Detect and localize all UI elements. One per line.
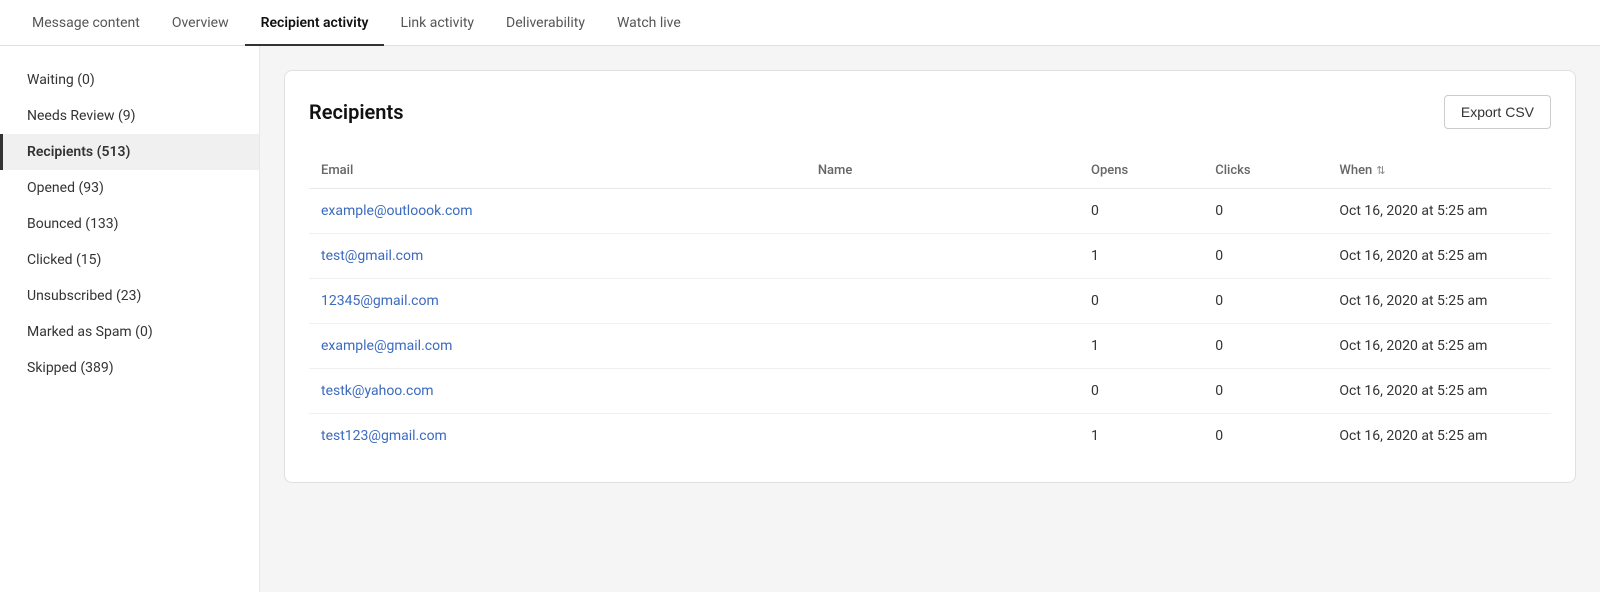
col-header-name: Name	[806, 153, 1079, 189]
table-row: test@gmail.com 10Oct 16, 2020 at 5:25 am	[309, 234, 1551, 279]
cell-when-5: Oct 16, 2020 at 5:25 am	[1327, 414, 1551, 459]
email-link-3[interactable]: example@gmail.com	[321, 338, 452, 354]
tab-link-activity[interactable]: Link activity	[384, 0, 490, 46]
email-link-4[interactable]: testk@yahoo.com	[321, 383, 434, 399]
sidebar-item-opened[interactable]: Opened (93)	[0, 170, 259, 206]
col-header-clicks: Clicks	[1203, 153, 1327, 189]
sidebar-item-waiting[interactable]: Waiting (0)	[0, 62, 259, 98]
cell-name-3	[806, 324, 1079, 369]
main-layout: Waiting (0)Needs Review (9)Recipients (5…	[0, 46, 1600, 592]
content-area: Recipients Export CSV EmailNameOpensClic…	[260, 46, 1600, 592]
email-link-1[interactable]: test@gmail.com	[321, 248, 423, 264]
cell-when-2: Oct 16, 2020 at 5:25 am	[1327, 279, 1551, 324]
tab-overview[interactable]: Overview	[156, 0, 245, 46]
sidebar-item-needs-review[interactable]: Needs Review (9)	[0, 98, 259, 134]
cell-clicks-4: 0	[1203, 369, 1327, 414]
cell-name-4	[806, 369, 1079, 414]
cell-clicks-0: 0	[1203, 189, 1327, 234]
cell-name-5	[806, 414, 1079, 459]
cell-email-5: test123@gmail.com	[309, 414, 806, 459]
cell-email-3: example@gmail.com	[309, 324, 806, 369]
sidebar-item-recipients[interactable]: Recipients (513)	[0, 134, 259, 170]
table-row: test123@gmail.com 10Oct 16, 2020 at 5:25 …	[309, 414, 1551, 459]
cell-name-0	[806, 189, 1079, 234]
col-header-when[interactable]: When⇅	[1327, 153, 1551, 189]
cell-when-0: Oct 16, 2020 at 5:25 am	[1327, 189, 1551, 234]
cell-clicks-2: 0	[1203, 279, 1327, 324]
cell-opens-2: 0	[1079, 279, 1203, 324]
table-row: testk@yahoo.com00Oct 16, 2020 at 5:25 am	[309, 369, 1551, 414]
cell-name-1	[806, 234, 1079, 279]
cell-when-1: Oct 16, 2020 at 5:25 am	[1327, 234, 1551, 279]
email-link-0[interactable]: example@outloook.com	[321, 203, 473, 219]
top-nav: Message contentOverviewRecipient activit…	[0, 0, 1600, 46]
cell-name-2	[806, 279, 1079, 324]
table-row: example@gmail.com 10Oct 16, 2020 at 5:25 …	[309, 324, 1551, 369]
sidebar: Waiting (0)Needs Review (9)Recipients (5…	[0, 46, 260, 592]
sidebar-item-bounced[interactable]: Bounced (133)	[0, 206, 259, 242]
cell-email-0: example@outloook.com	[309, 189, 806, 234]
tab-watch-live[interactable]: Watch live	[601, 0, 697, 46]
cell-clicks-5: 0	[1203, 414, 1327, 459]
col-header-email: Email	[309, 153, 806, 189]
recipients-card: Recipients Export CSV EmailNameOpensClic…	[284, 70, 1576, 483]
cell-clicks-1: 0	[1203, 234, 1327, 279]
cell-opens-0: 0	[1079, 189, 1203, 234]
table-row: example@outloook.com00Oct 16, 2020 at 5:…	[309, 189, 1551, 234]
sidebar-item-unsubscribed[interactable]: Unsubscribed (23)	[0, 278, 259, 314]
email-link-5[interactable]: test123@gmail.com	[321, 428, 447, 444]
tab-message-content[interactable]: Message content	[16, 0, 156, 46]
cell-email-2: 12345@gmail.com	[309, 279, 806, 324]
sidebar-item-clicked[interactable]: Clicked (15)	[0, 242, 259, 278]
card-header: Recipients Export CSV	[309, 95, 1551, 129]
cell-email-4: testk@yahoo.com	[309, 369, 806, 414]
tab-deliverability[interactable]: Deliverability	[490, 0, 601, 46]
cell-clicks-3: 0	[1203, 324, 1327, 369]
cell-when-3: Oct 16, 2020 at 5:25 am	[1327, 324, 1551, 369]
cell-opens-1: 1	[1079, 234, 1203, 279]
email-link-2[interactable]: 12345@gmail.com	[321, 293, 439, 309]
cell-opens-4: 0	[1079, 369, 1203, 414]
cell-opens-5: 1	[1079, 414, 1203, 459]
table-body: example@outloook.com00Oct 16, 2020 at 5:…	[309, 189, 1551, 459]
table-header-row: EmailNameOpensClicksWhen⇅	[309, 153, 1551, 189]
col-header-opens: Opens	[1079, 153, 1203, 189]
cell-when-4: Oct 16, 2020 at 5:25 am	[1327, 369, 1551, 414]
card-title: Recipients	[309, 100, 403, 124]
cell-opens-3: 1	[1079, 324, 1203, 369]
recipients-table: EmailNameOpensClicksWhen⇅ example@outloo…	[309, 153, 1551, 458]
export-csv-button[interactable]: Export CSV	[1444, 95, 1551, 129]
sort-icon-when: ⇅	[1376, 164, 1385, 177]
sidebar-item-skipped[interactable]: Skipped (389)	[0, 350, 259, 386]
cell-email-1: test@gmail.com	[309, 234, 806, 279]
table-row: 12345@gmail.com00Oct 16, 2020 at 5:25 am	[309, 279, 1551, 324]
table-head: EmailNameOpensClicksWhen⇅	[309, 153, 1551, 189]
tab-recipient-activity[interactable]: Recipient activity	[245, 0, 385, 46]
sidebar-item-marked-as-spam[interactable]: Marked as Spam (0)	[0, 314, 259, 350]
